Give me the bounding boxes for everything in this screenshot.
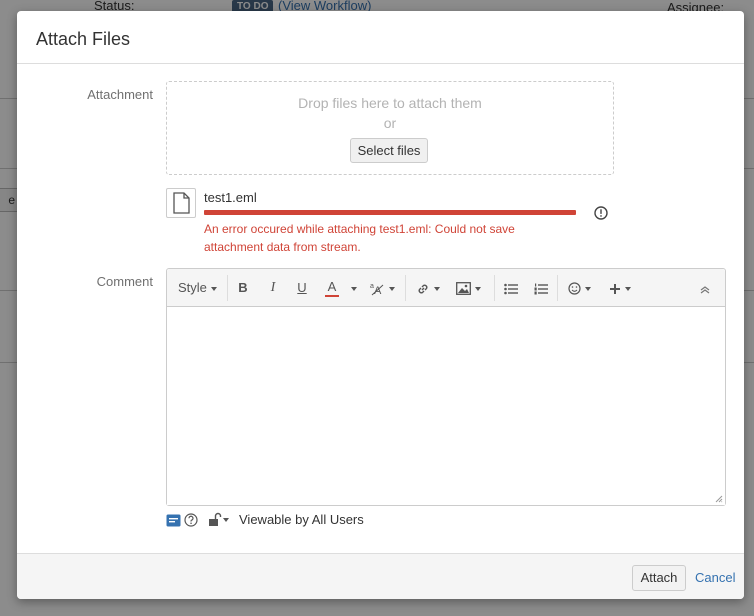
visibility-label: Viewable by All Users: [239, 512, 364, 527]
dialog-title: Attach Files: [36, 29, 131, 49]
select-files-button[interactable]: Select files: [350, 138, 428, 163]
image-icon: [456, 282, 471, 296]
insert-more-dropdown[interactable]: [609, 278, 631, 298]
text-color-dropdown[interactable]: [347, 278, 357, 298]
insert-more-icon: [610, 283, 620, 294]
emoticon-dropdown[interactable]: [568, 278, 591, 298]
dialog-footer: Attach Cancel: [17, 553, 744, 599]
attach-files-dialog: Attach Files Attachment Drop files here …: [17, 11, 744, 599]
comment-editor: Style B I U A a A: [166, 268, 726, 506]
underline-icon[interactable]: U: [296, 278, 308, 298]
chevron-down-icon: [351, 286, 357, 291]
file-name: test1.eml: [204, 190, 257, 205]
comment-textarea[interactable]: [167, 307, 725, 505]
toolbar-separator: [494, 275, 495, 301]
bullet-list-icon: [504, 283, 518, 294]
chevron-down-icon: [389, 286, 395, 291]
chevron-down-icon: [210, 286, 217, 291]
chevron-down-icon: [434, 286, 440, 291]
text-format-icon: a A: [370, 283, 384, 297]
collapse-toolbar-icon: [700, 285, 710, 294]
attachment-label: Attachment: [87, 87, 153, 102]
upload-progress-bar: [204, 210, 576, 215]
cancel-link[interactable]: Cancel: [695, 570, 735, 585]
image-dropdown[interactable]: [456, 278, 481, 298]
error-icon: [594, 206, 608, 220]
file-icon: [173, 192, 190, 214]
help-icon[interactable]: [184, 513, 198, 527]
lock-icon: [209, 512, 222, 526]
chevron-down-icon: [223, 518, 229, 522]
style-dropdown-label: Style: [178, 280, 207, 295]
text-format-dropdown[interactable]: a A: [369, 278, 395, 298]
emoticon-icon: [568, 282, 581, 295]
file-thumbnail: [166, 188, 196, 218]
numbered-list-icon: [534, 283, 548, 295]
style-dropdown[interactable]: Style: [178, 278, 217, 298]
dialog-header: Attach Files: [17, 11, 744, 64]
attach-button[interactable]: Attach: [632, 565, 686, 591]
file-dropzone[interactable]: Drop files here to attach them or Select…: [166, 81, 614, 175]
link-icon: [418, 284, 428, 294]
chevron-down-icon: [625, 286, 631, 291]
chevron-down-icon: [475, 286, 481, 291]
text-mode-icon[interactable]: [166, 514, 181, 527]
comment-label: Comment: [96, 274, 153, 289]
toolbar-separator: [405, 275, 406, 301]
chevron-down-icon: [585, 286, 591, 291]
collapse-toolbar-button[interactable]: [700, 278, 710, 298]
drop-text: Drop files here to attach them: [298, 95, 482, 111]
editor-toolbar: Style B I U A a A: [167, 269, 725, 307]
resize-grip-icon[interactable]: [715, 495, 723, 503]
text-color-icon[interactable]: A: [325, 278, 339, 297]
toolbar-separator: [557, 275, 558, 301]
upload-error-message: An error occured while attaching test1.e…: [204, 222, 515, 254]
bold-icon[interactable]: B: [237, 278, 249, 298]
visibility-dropdown[interactable]: [208, 511, 234, 529]
toolbar-separator: [227, 275, 228, 301]
bullet-list-button[interactable]: [504, 278, 518, 298]
drop-or-text: or: [383, 115, 397, 131]
link-dropdown[interactable]: [416, 278, 440, 298]
numbered-list-button[interactable]: [534, 278, 548, 298]
italic-icon[interactable]: I: [267, 278, 279, 298]
